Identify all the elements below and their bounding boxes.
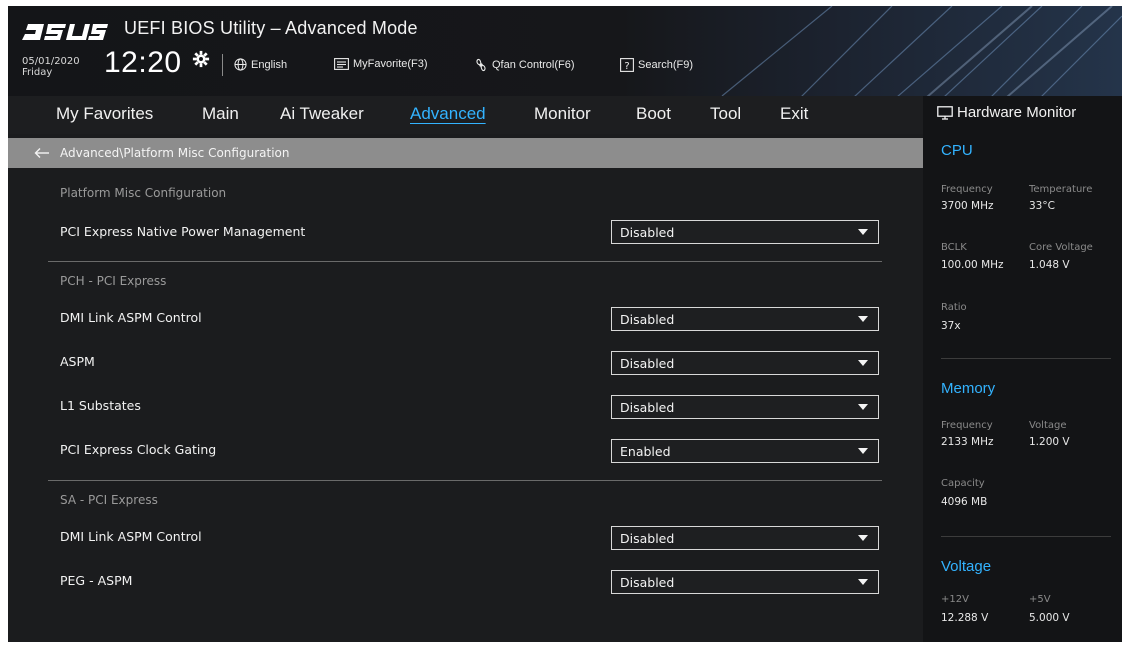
bios-window: UEFI BIOS Utility – Advanced Mode 05/01/… bbox=[8, 6, 1122, 642]
back-arrow-icon[interactable] bbox=[34, 147, 50, 159]
day-text: Friday bbox=[22, 67, 53, 78]
hw-12v-value: 12.288 V bbox=[941, 612, 989, 624]
hw-mem-voltage-label: Voltage bbox=[1029, 420, 1067, 431]
section-divider bbox=[48, 261, 882, 262]
tab-boot[interactable]: Boot bbox=[636, 100, 671, 128]
tab-monitor[interactable]: Monitor bbox=[534, 100, 591, 128]
favorite-list-icon bbox=[334, 58, 349, 70]
section-platform-misc: Platform Misc Configuration bbox=[60, 186, 227, 200]
hw-cpu-frequency-label: Frequency bbox=[941, 184, 993, 195]
l1-substates-dropdown[interactable]: Disabled bbox=[611, 395, 879, 419]
setting-label-sa-dmi-link-aspm: DMI Link ASPM Control bbox=[60, 529, 202, 544]
setting-label-aspm: ASPM bbox=[60, 354, 95, 369]
peg-aspm-dropdown[interactable]: Disabled bbox=[611, 570, 879, 594]
hw-cpu-temperature-label: Temperature bbox=[1029, 184, 1093, 195]
hw-ratio-label: Ratio bbox=[941, 302, 967, 313]
dropdown-value: Disabled bbox=[620, 574, 675, 590]
svg-text:?: ? bbox=[624, 61, 629, 72]
breadcrumb-bar[interactable]: Advanced\Platform Misc Configuration bbox=[8, 138, 923, 168]
chevron-down-icon bbox=[858, 448, 868, 454]
asus-logo bbox=[22, 24, 108, 40]
header-background-streaks bbox=[721, 6, 1122, 96]
aspm-dropdown[interactable]: Disabled bbox=[611, 351, 879, 375]
hardware-monitor-title: Hardware Monitor bbox=[937, 104, 1076, 121]
hw-mem-voltage-value: 1.200 V bbox=[1029, 436, 1070, 448]
hw-mem-frequency-value: 2133 MHz bbox=[941, 436, 994, 448]
hw-mem-frequency-label: Frequency bbox=[941, 420, 993, 431]
setting-label-pcie-native-pm: PCI Express Native Power Management bbox=[60, 224, 306, 239]
tab-advanced[interactable]: Advanced bbox=[410, 100, 486, 128]
language-button[interactable]: English bbox=[234, 58, 287, 71]
dropdown-value: Enabled bbox=[620, 443, 671, 459]
myfavorite-label: MyFavorite(F3) bbox=[353, 58, 428, 70]
qfan-control-label: Qfan Control(F6) bbox=[492, 59, 575, 71]
main-menu-bar: My Favorites Main Ai Tweaker Advanced Mo… bbox=[8, 96, 923, 134]
hw-cpu-heading: CPU bbox=[941, 142, 973, 159]
hw-capacity-value: 4096 MB bbox=[941, 496, 988, 508]
hw-5v-value: 5.000 V bbox=[1029, 612, 1070, 624]
section-pch-pci-express: PCH - PCI Express bbox=[60, 274, 167, 288]
section-sa-pci-express: SA - PCI Express bbox=[60, 493, 158, 507]
hw-5v-label: +5V bbox=[1029, 594, 1051, 605]
hw-cpu-frequency-value: 3700 MHz bbox=[941, 200, 994, 212]
settings-panel: Platform Misc Configuration PCI Express … bbox=[8, 168, 923, 642]
language-label: English bbox=[251, 58, 288, 71]
chevron-down-icon bbox=[858, 229, 868, 235]
tab-tool[interactable]: Tool bbox=[710, 100, 741, 128]
hardware-monitor-panel: Hardware Monitor CPU Frequency Temperatu… bbox=[923, 96, 1122, 642]
section-divider bbox=[48, 480, 882, 481]
setting-label-peg-aspm: PEG - ASPM bbox=[60, 573, 133, 588]
hw-bclk-label: BCLK bbox=[941, 242, 967, 253]
hw-ratio-value: 37x bbox=[941, 320, 961, 332]
qfan-control-button[interactable]: Qfan Control(F6) bbox=[474, 58, 575, 72]
date-display: 05/01/2020 Friday bbox=[22, 56, 80, 78]
monitor-icon bbox=[937, 105, 953, 120]
gear-icon[interactable] bbox=[192, 50, 210, 68]
setting-label-pcie-clock-gating: PCI Express Clock Gating bbox=[60, 442, 217, 457]
hardware-monitor-label: Hardware Monitor bbox=[957, 104, 1077, 121]
hw-capacity-label: Capacity bbox=[941, 478, 985, 489]
hw-divider bbox=[941, 358, 1111, 359]
globe-icon bbox=[234, 58, 247, 71]
app-title: UEFI BIOS Utility – Advanced Mode bbox=[124, 18, 418, 38]
chevron-down-icon bbox=[858, 535, 868, 541]
hw-12v-label: +12V bbox=[941, 594, 969, 605]
tab-main[interactable]: Main bbox=[202, 100, 239, 128]
help-search-icon: ? bbox=[620, 58, 634, 72]
dropdown-value: Disabled bbox=[620, 224, 675, 240]
top-header: UEFI BIOS Utility – Advanced Mode 05/01/… bbox=[8, 6, 1122, 96]
header-separator bbox=[222, 54, 223, 76]
pcie-clock-gating-dropdown[interactable]: Enabled bbox=[611, 439, 879, 463]
breadcrumb-path: Advanced\Platform Misc Configuration bbox=[60, 146, 290, 160]
search-label: Search(F9) bbox=[638, 59, 694, 71]
myfavorite-button[interactable]: MyFavorite(F3) bbox=[334, 58, 428, 70]
chevron-down-icon bbox=[858, 404, 868, 410]
dmi-link-aspm-dropdown[interactable]: Disabled bbox=[611, 307, 879, 331]
fan-icon bbox=[476, 58, 486, 72]
tab-ai-tweaker[interactable]: Ai Tweaker bbox=[280, 100, 364, 128]
sa-dmi-link-aspm-dropdown[interactable]: Disabled bbox=[611, 526, 879, 550]
tab-exit[interactable]: Exit bbox=[780, 100, 808, 128]
dropdown-value: Disabled bbox=[620, 311, 675, 327]
hw-core-voltage-label: Core Voltage bbox=[1029, 242, 1093, 253]
chevron-down-icon bbox=[858, 316, 868, 322]
hw-divider bbox=[941, 536, 1111, 537]
pcie-native-pm-dropdown[interactable]: Disabled bbox=[611, 220, 879, 244]
hw-bclk-value: 100.00 MHz bbox=[941, 259, 1004, 271]
setting-label-dmi-link-aspm: DMI Link ASPM Control bbox=[60, 310, 202, 325]
tab-my-favorites[interactable]: My Favorites bbox=[56, 100, 153, 128]
clock-time: 12:20 bbox=[104, 46, 182, 79]
hw-cpu-temperature-value: 33°C bbox=[1029, 200, 1055, 212]
dropdown-value: Disabled bbox=[620, 399, 675, 415]
hw-voltage-heading: Voltage bbox=[941, 558, 992, 575]
date-text: 05/01/2020 bbox=[22, 56, 80, 67]
chevron-down-icon bbox=[858, 579, 868, 585]
search-button[interactable]: ? Search(F9) bbox=[620, 58, 693, 72]
hw-core-voltage-value: 1.048 V bbox=[1029, 259, 1070, 271]
dropdown-value: Disabled bbox=[620, 355, 675, 371]
chevron-down-icon bbox=[858, 360, 868, 366]
setting-label-l1-substates: L1 Substates bbox=[60, 398, 141, 413]
dropdown-value: Disabled bbox=[620, 530, 675, 546]
hw-memory-heading: Memory bbox=[941, 380, 996, 397]
